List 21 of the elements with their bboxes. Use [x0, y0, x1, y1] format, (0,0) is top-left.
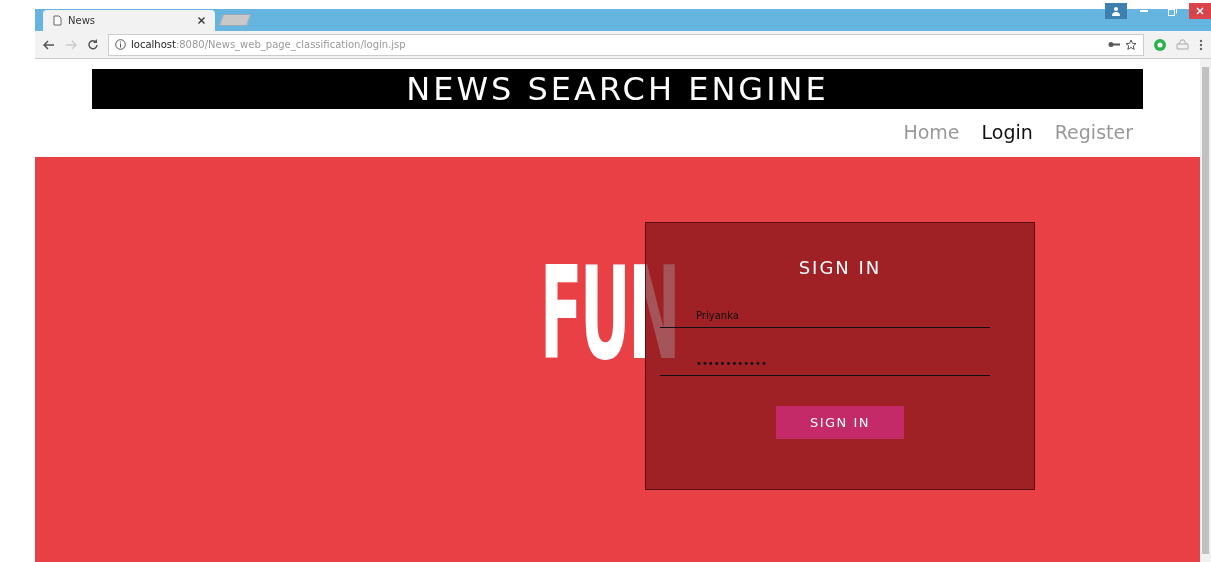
page-icon [53, 15, 62, 26]
site-title-banner: NEWS SEARCH ENGINE [92, 69, 1143, 109]
nav-link[interactable]: Home [903, 121, 960, 143]
browser-tab[interactable]: News [43, 10, 215, 31]
sign-in-button[interactable]: SIGN IN [776, 406, 904, 439]
tab-title: News [68, 15, 97, 26]
star-icon[interactable] [1125, 38, 1137, 51]
nav-link[interactable]: Login [981, 121, 1033, 143]
user-icon[interactable] [1105, 3, 1127, 19]
info-icon [115, 39, 126, 50]
scrollbar[interactable] [1200, 59, 1211, 562]
url-host: localhost [131, 39, 176, 50]
close-icon[interactable] [198, 17, 205, 24]
login-title: SIGN IN [798, 257, 882, 278]
url-path: :8080/News_web_page_classification/login.jsp [175, 39, 406, 50]
key-icon[interactable] [1108, 41, 1120, 48]
address-bar[interactable]: localhost:8080/News_web_page_classification/login.jsp [108, 33, 1144, 56]
menu-icon[interactable] [1199, 38, 1203, 51]
close-window-icon[interactable] [1189, 3, 1211, 19]
extension-icon[interactable] [1154, 38, 1166, 51]
nav-link[interactable]: Register [1054, 121, 1133, 143]
